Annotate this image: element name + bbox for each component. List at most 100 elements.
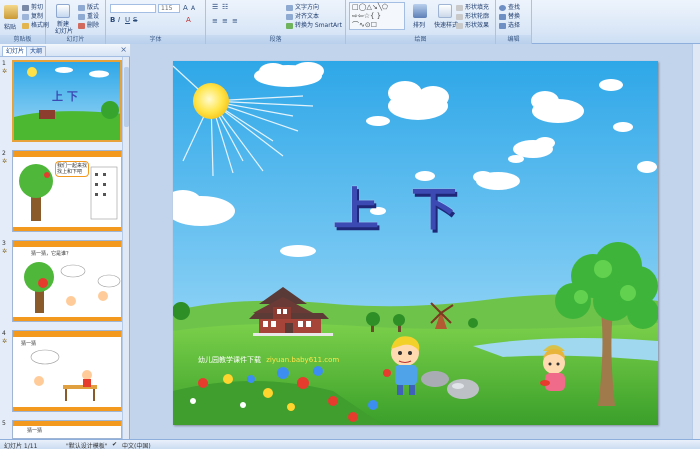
thumbnail-bubble: 我们一起来找找上和下吧 (55, 161, 89, 177)
drawing-group-label: 绘图 (346, 35, 495, 44)
find-button[interactable]: 查找 (499, 2, 520, 11)
select-icon (499, 22, 506, 29)
font-group-label: 字体 (106, 35, 205, 44)
shape-effects-button[interactable]: 形状效果 (456, 20, 489, 29)
shapes-gallery[interactable]: □◯△↘╲⬠ ⇨⇦☆{ } ⌒∿⊙☐ (349, 2, 405, 30)
editing-group: 查找 替换 选择 编辑 (496, 0, 532, 44)
theme-name: "默认设计模板" (66, 443, 108, 449)
thumbnail-title: 上 下 (52, 90, 78, 103)
slide-title[interactable]: 上 下 (333, 173, 465, 239)
scrollbar-thumb[interactable] (124, 67, 129, 127)
drawing-group: □◯△↘╲⬠ ⇨⇦☆{ } ⌒∿⊙☐ 排列 快速样式 形状填充 形状轮廓 形状效果 … (346, 0, 496, 44)
grow-font-icon[interactable]: A (183, 4, 188, 12)
outline-icon (456, 13, 463, 20)
replace-button[interactable]: 替换 (499, 11, 520, 20)
new-slide-button-line2[interactable]: 幻灯片 (55, 26, 73, 35)
slide-thumbnail[interactable]: 上 下 (12, 60, 122, 142)
align-left-icon[interactable]: ≡ (212, 17, 218, 25)
editor-scrollbar[interactable] (692, 44, 700, 439)
paste-button[interactable]: 粘贴 (4, 22, 16, 31)
format-painter-button[interactable]: 格式刷 (22, 20, 49, 29)
slide-scene (173, 61, 658, 425)
thumbnail-bubble: 猜一猜 (27, 428, 43, 434)
font-color-icon[interactable]: A (186, 16, 191, 24)
font-name-combo[interactable] (110, 4, 156, 13)
delete-icon (78, 22, 85, 29)
copy-icon (22, 13, 29, 20)
slides-group: 新建 幻灯片 版式 重设 删除 幻灯片 (46, 0, 106, 44)
shrink-font-icon[interactable]: A (191, 5, 195, 12)
animation-star-icon: ✲ (2, 158, 8, 165)
shape-outline-button[interactable]: 形状轮廓 (456, 11, 489, 20)
numbering-icon[interactable]: ☷ (222, 3, 228, 11)
reset-icon (78, 13, 85, 20)
tab-outline[interactable]: 大纲 (26, 46, 47, 56)
smartart-button[interactable]: 转换为 SmartArt (286, 20, 342, 29)
quick-styles-button[interactable]: 快速样式 (434, 20, 458, 29)
slide-canvas[interactable]: 上 下 幼儿园教学课件下载 ziyuan.baby611.com (173, 61, 658, 425)
font-group: 115 A A B I U S A 字体 (106, 0, 206, 44)
animation-star-icon: ✲ (2, 248, 8, 255)
text-direction-icon (286, 4, 293, 11)
slide-count: 幻灯片 1/11 (4, 443, 38, 449)
slide-number: 5 (2, 420, 6, 427)
clipboard-group: 粘贴 剪切 复制 格式刷 剪贴板 (0, 0, 49, 44)
brush-icon (22, 22, 29, 29)
layout-button[interactable]: 版式 (78, 2, 99, 11)
arrange-button[interactable]: 排列 (413, 20, 425, 29)
new-slide-icon[interactable] (56, 4, 70, 18)
underline-icon[interactable]: U (125, 16, 130, 24)
status-bar: 幻灯片 1/11 "默认设计模板" ✔ 中文(中国) (0, 439, 700, 449)
panel-tabs: 幻灯片 大纲 × (0, 44, 130, 57)
reset-button[interactable]: 重设 (78, 11, 99, 20)
slide-thumbnail[interactable]: 猜一猜 (12, 420, 122, 439)
slide-thumbnail[interactable]: 猜一猜，它是谁？ (12, 240, 122, 322)
layout-icon (78, 4, 85, 11)
replace-icon (499, 13, 506, 20)
bullets-icon[interactable]: ☰ (212, 3, 218, 11)
shape-fill-button[interactable]: 形状填充 (456, 2, 489, 11)
align-center-icon[interactable]: ≡ (222, 17, 228, 25)
paragraph-group-label: 段落 (206, 35, 345, 44)
animation-star-icon: ✲ (2, 68, 8, 75)
spellcheck-icon[interactable]: ✔ (112, 441, 117, 448)
arrange-icon[interactable] (413, 4, 427, 18)
cut-button[interactable]: 剪切 (22, 2, 43, 11)
paste-icon[interactable] (4, 5, 18, 19)
align-text-icon (286, 13, 293, 20)
quick-styles-icon[interactable] (438, 4, 452, 18)
slide-thumbnail[interactable]: 我们一起来找找上和下吧 (12, 150, 122, 232)
ribbon: 粘贴 剪切 复制 格式刷 剪贴板 新建 幻灯片 版式 重设 删除 幻灯片 115… (0, 0, 700, 44)
copy-button[interactable]: 复制 (22, 11, 43, 20)
slides-panel: 幻灯片 大纲 × 1 ✲ 上 下 2 ✲ 我们一起来找找上和下吧 3 ✲ 猜一猜… (0, 44, 130, 439)
slide-editor: 上 下 幼儿园教学课件下载 ziyuan.baby611.com (131, 44, 700, 439)
panel-scrollbar[interactable] (122, 57, 129, 439)
slide-number: 2 (2, 150, 6, 157)
bold-icon[interactable]: B (110, 16, 115, 24)
thumbnail-bubble: 猜一猜 (21, 341, 37, 347)
slide-number: 1 (2, 60, 6, 67)
paragraph-group: ☰ ☷ ≡ ≡ ≡ 文字方向 对齐文本 转换为 SmartArt 段落 (206, 0, 346, 44)
clipboard-group-label: 剪贴板 (0, 35, 45, 44)
align-text-button[interactable]: 对齐文本 (286, 11, 319, 20)
thumbnail-bubble: 猜一猜，它是谁？ (31, 251, 72, 257)
font-size-combo[interactable]: 115 (158, 4, 180, 13)
watermark-text: 幼儿园教学课件下载 (198, 356, 261, 364)
find-icon (499, 4, 506, 11)
tab-slides[interactable]: 幻灯片 (2, 46, 29, 56)
watermark-url: ziyuan.baby611.com (266, 356, 340, 364)
editing-group-label: 编辑 (496, 35, 531, 44)
effects-icon (456, 22, 463, 29)
align-right-icon[interactable]: ≡ (232, 17, 238, 25)
text-direction-button[interactable]: 文字方向 (286, 2, 319, 11)
smartart-icon (286, 22, 293, 29)
slide-thumbnail[interactable]: 猜一猜 (12, 330, 122, 412)
close-icon[interactable]: × (120, 45, 127, 54)
delete-slide-button[interactable]: 删除 (78, 20, 99, 29)
strikethrough-icon[interactable]: S (133, 16, 137, 24)
slide-number: 4 (2, 330, 6, 337)
italic-icon[interactable]: I (118, 16, 120, 24)
select-button[interactable]: 选择 (499, 20, 520, 29)
language: 中文(中国) (122, 443, 151, 449)
watermark: 幼儿园教学课件下载 ziyuan.baby611.com (198, 355, 339, 365)
